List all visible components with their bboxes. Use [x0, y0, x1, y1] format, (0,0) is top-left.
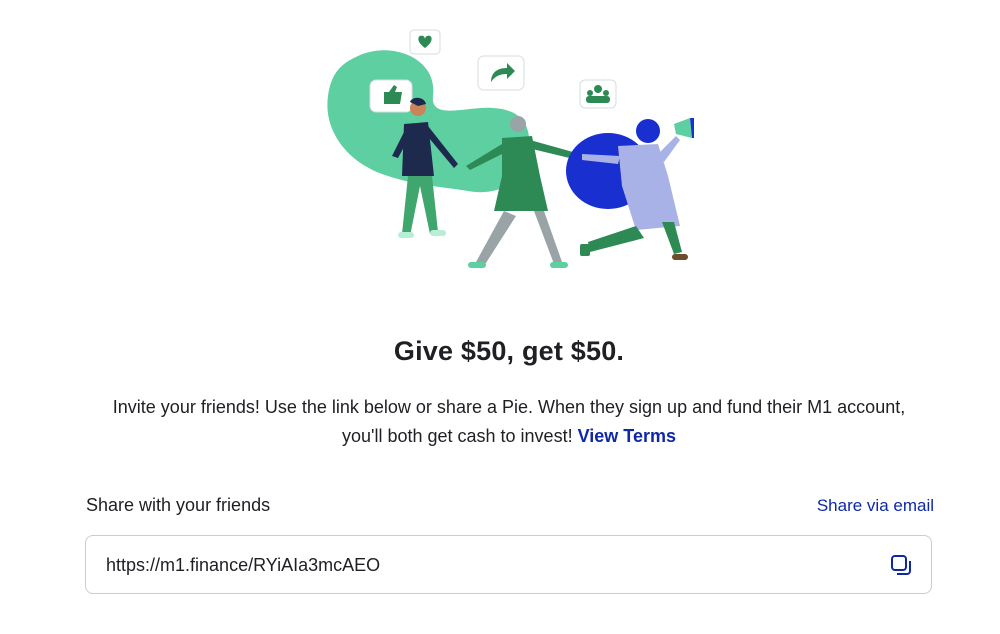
referral-hero-illustration: [318, 26, 698, 274]
referral-page: Give $50, get $50. Invite your friends! …: [0, 0, 1000, 634]
thumbs-up-icon: [369, 79, 413, 113]
person-right: [566, 118, 694, 260]
copy-icon[interactable]: [889, 553, 913, 577]
referral-description: Invite your friends! Use the link below …: [100, 393, 918, 451]
group-icon: [579, 79, 617, 109]
view-terms-link[interactable]: View Terms: [578, 426, 676, 446]
heart-icon: [409, 29, 441, 55]
share-arrow-icon: [477, 55, 525, 91]
share-via-email-link[interactable]: Share via email: [817, 496, 934, 516]
share-section-label: Share with your friends: [86, 495, 271, 515]
referral-link-input[interactable]: [106, 555, 846, 576]
referral-link-field: [85, 535, 932, 594]
page-title: Give $50, get $50.: [393, 336, 625, 366]
referral-description-text: Invite your friends! Use the link below …: [112, 397, 906, 446]
megaphone-icon: [674, 118, 692, 138]
